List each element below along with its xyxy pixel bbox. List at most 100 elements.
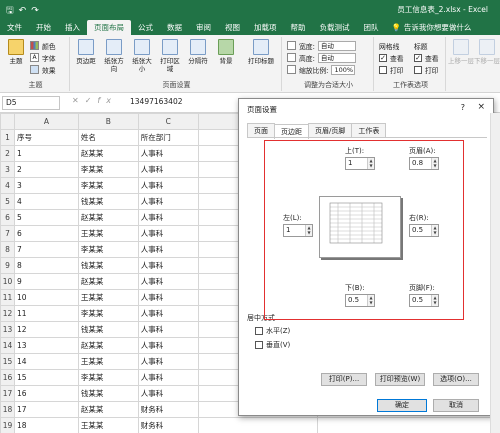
cell-a[interactable]: 序号 [13, 129, 79, 146]
cell-c[interactable]: 人事科 [137, 257, 199, 274]
cell-b[interactable]: 赵某某 [77, 337, 139, 354]
tab-insert[interactable]: 插入 [58, 20, 87, 35]
cell-c[interactable]: 人事科 [137, 353, 199, 370]
cell-a[interactable]: 9 [13, 273, 79, 290]
cell-b[interactable]: 李某某 [77, 241, 139, 258]
select-all-corner[interactable] [0, 113, 15, 130]
cell-c[interactable]: 人事科 [137, 337, 199, 354]
tab-help[interactable]: 帮助 [284, 20, 313, 35]
cell-b[interactable]: 李某某 [77, 161, 139, 178]
headings-print-checkbox[interactable]: 打印 [414, 64, 439, 75]
cell-a[interactable]: 2 [13, 161, 79, 178]
size-button[interactable]: 纸张大小 [130, 39, 154, 73]
effects-button[interactable]: 效果 [30, 64, 56, 75]
row-header[interactable]: 9 [0, 257, 15, 274]
cell-c[interactable]: 人事科 [137, 273, 199, 290]
tab-load-test[interactable]: 负载测试 [313, 20, 357, 35]
cell-b[interactable]: 姓名 [77, 129, 139, 146]
print-preview-button[interactable]: 打印预览(W) [375, 373, 425, 386]
cell-b[interactable]: 钱某某 [77, 193, 139, 210]
tab-data[interactable]: 数据 [160, 20, 189, 35]
help-icon[interactable]: ? [461, 103, 465, 112]
themes-button[interactable]: 主题 [4, 39, 28, 65]
cell-b[interactable]: 赵某某 [77, 209, 139, 226]
gridlines-print-checkbox[interactable]: 打印 [379, 64, 404, 75]
cell-b[interactable]: 王某某 [77, 289, 139, 306]
row-header[interactable]: 11 [0, 289, 15, 306]
headings-view-checkbox[interactable]: ✓ 查看 [414, 52, 439, 63]
print-button[interactable]: 打印(P)... [321, 373, 367, 386]
cell-b[interactable]: 钱某某 [77, 321, 139, 338]
cell-a[interactable]: 6 [13, 225, 79, 242]
tab-team[interactable]: 团队 [357, 20, 386, 35]
cell-extra[interactable] [317, 417, 500, 433]
tab-review[interactable]: 审阅 [189, 20, 218, 35]
background-button[interactable]: 背景 [214, 39, 238, 65]
ok-button[interactable]: 确定 [377, 399, 427, 412]
vertical-scrollbar[interactable] [490, 113, 500, 433]
width-select[interactable]: 自动 [317, 40, 356, 51]
row-header[interactable]: 8 [0, 241, 15, 258]
row-header[interactable]: 14 [0, 337, 15, 354]
row-header[interactable]: 2 [0, 145, 15, 162]
column-header[interactable]: C [137, 113, 199, 130]
margins-button[interactable]: 页边距 [74, 39, 98, 65]
row-header[interactable]: 5 [0, 193, 15, 210]
cell-b[interactable]: 李某某 [77, 369, 139, 386]
cell-b[interactable]: 王某某 [77, 417, 139, 433]
cell-a[interactable]: 5 [13, 209, 79, 226]
row-header[interactable]: 13 [0, 321, 15, 338]
tab-view[interactable]: 视图 [218, 20, 247, 35]
row-header[interactable]: 12 [0, 305, 15, 322]
cancel-button[interactable]: 取消 [433, 399, 479, 412]
tab-addins[interactable]: 加载项 [247, 20, 284, 35]
cell-a[interactable]: 15 [13, 369, 79, 386]
row-header[interactable]: 15 [0, 353, 15, 370]
row-header[interactable]: 17 [0, 385, 15, 402]
colors-button[interactable]: 颜色 [30, 40, 56, 51]
cell-b[interactable]: 李某某 [77, 305, 139, 322]
breaks-button[interactable]: 分隔符 [186, 39, 210, 65]
row-header[interactable]: 6 [0, 209, 15, 226]
cell-b[interactable]: 赵某某 [77, 273, 139, 290]
cell-c[interactable]: 人事科 [137, 305, 199, 322]
cell-a[interactable]: 8 [13, 257, 79, 274]
cell-b[interactable]: 钱某某 [77, 257, 139, 274]
cell-b[interactable]: 钱某某 [77, 385, 139, 402]
cell-c[interactable]: 人事科 [137, 209, 199, 226]
print-area-button[interactable]: 打印区域 [158, 39, 182, 73]
cell-c[interactable]: 人事科 [137, 241, 199, 258]
cell-a[interactable]: 14 [13, 353, 79, 370]
cell-a[interactable]: 17 [13, 401, 79, 418]
row-header[interactable]: 18 [0, 401, 15, 418]
tab-formulas[interactable]: 公式 [131, 20, 160, 35]
row-header[interactable]: 19 [0, 417, 15, 433]
cell-a[interactable]: 11 [13, 305, 79, 322]
orientation-button[interactable]: 纸张方向 [102, 39, 126, 73]
cell-a[interactable]: 7 [13, 241, 79, 258]
cell-a[interactable]: 3 [13, 177, 79, 194]
cell-c[interactable]: 所在部门 [137, 129, 199, 146]
row-header[interactable]: 3 [0, 161, 15, 178]
cell-a[interactable]: 18 [13, 417, 79, 433]
tab-page[interactable]: 页面 [247, 123, 275, 138]
cell-c[interactable]: 财务科 [137, 401, 199, 418]
tab-header-footer[interactable]: 页眉/页脚 [308, 123, 353, 138]
cell-a[interactable]: 1 [13, 145, 79, 162]
formula-input[interactable]: 13497163402 [130, 97, 183, 106]
row-header[interactable]: 7 [0, 225, 15, 242]
column-header[interactable]: A [13, 113, 79, 130]
close-icon[interactable]: × [477, 102, 485, 112]
tab-page-layout[interactable]: 页面布局 [87, 20, 131, 35]
cell-a[interactable]: 16 [13, 385, 79, 402]
cell-b[interactable]: 王某某 [77, 353, 139, 370]
cell-a[interactable]: 4 [13, 193, 79, 210]
cell-c[interactable]: 人事科 [137, 161, 199, 178]
tell-me-box[interactable]: 💡 告诉我你想要做什么 [392, 20, 472, 35]
tab-home[interactable]: 开始 [29, 20, 58, 35]
cell-c[interactable]: 人事科 [137, 193, 199, 210]
height-select[interactable]: 自动 [317, 52, 356, 63]
column-header[interactable]: B [77, 113, 139, 130]
cell-c[interactable]: 人事科 [137, 321, 199, 338]
cell-b[interactable]: 赵某某 [77, 145, 139, 162]
